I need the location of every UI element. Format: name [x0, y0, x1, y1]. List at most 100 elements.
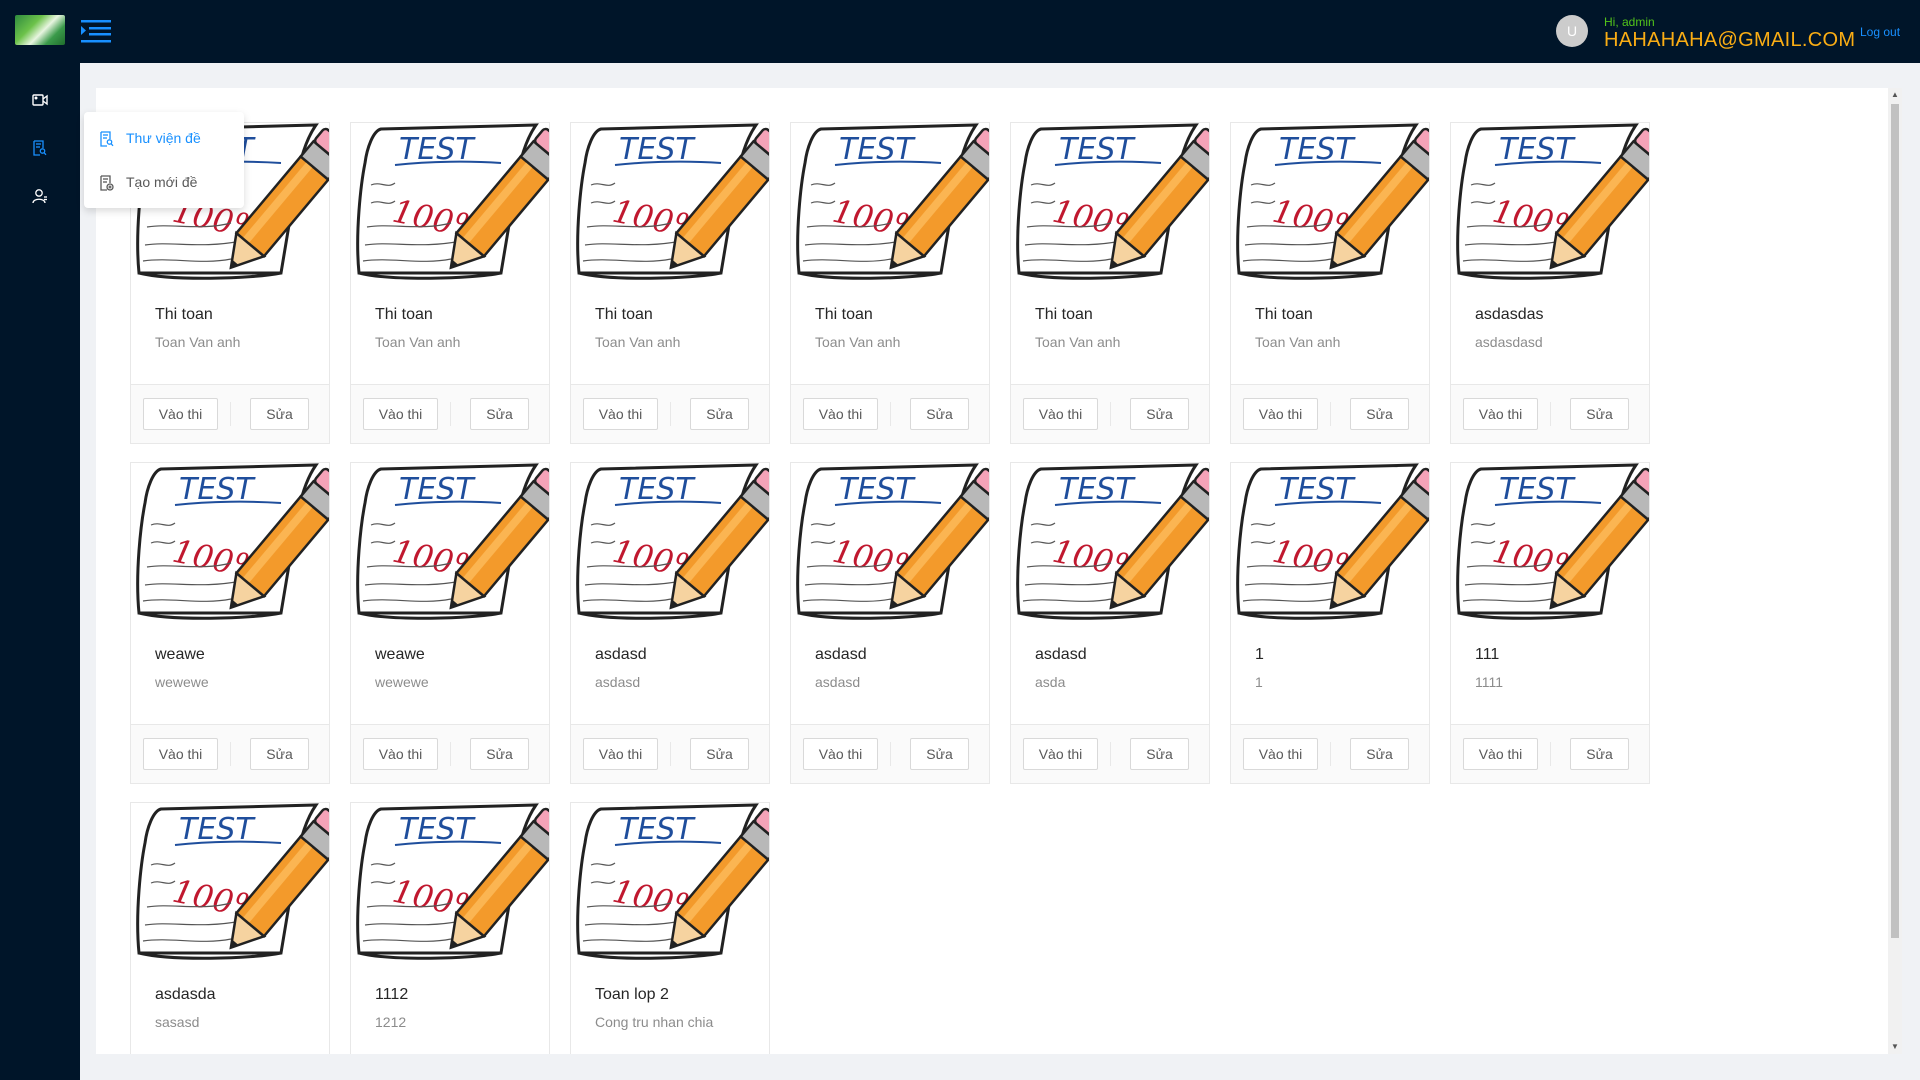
exam-title: weawe [375, 646, 425, 663]
enter-exam-button[interactable]: Vào thi [582, 738, 659, 770]
enter-exam-button[interactable]: Vào thi [1022, 738, 1099, 770]
exam-title: Thi toan [815, 306, 873, 323]
exam-card[interactable]: TEST 100% Thi toan Toan Van anh Vào thi Sửa [1230, 122, 1430, 444]
card-action-slot: Sửa [230, 738, 329, 770]
exam-cover-image: TEST 100% [131, 463, 329, 626]
exam-card[interactable]: TEST 100% asdasd asda Vào thi Sửa [1010, 462, 1210, 784]
enter-exam-button[interactable]: Vào thi [802, 738, 879, 770]
edit-exam-button[interactable]: Sửa [910, 398, 969, 430]
edit-exam-button[interactable]: Sửa [250, 398, 309, 430]
edit-exam-button[interactable]: Sửa [250, 738, 309, 770]
card-meta: Thi toan Toan Van anh [131, 286, 329, 384]
card-actions: Vào thi Sửa [351, 384, 549, 443]
scroll-thumb[interactable] [1891, 104, 1899, 938]
exam-card[interactable]: TEST 100% Thi toan Toan Van anh Vào thi Sửa [790, 122, 990, 444]
exam-title: asdasd [815, 646, 867, 663]
exam-card[interactable]: TEST 100% weawe wewewe Vào thi Sửa [350, 462, 550, 784]
top-header: U Hi, admin HAHAHAHA@GMAIL.COM Log out [0, 0, 1920, 63]
exam-cover-image: TEST 100% [351, 123, 549, 286]
exam-library-content: TEST 100% Thi toan Toan Van anh Vào thi Sửa… [96, 88, 1888, 1054]
edit-exam-button[interactable]: Sửa [1570, 398, 1629, 430]
exam-card[interactable]: TEST 100% weawe wewewe Vào thi Sửa [130, 462, 330, 784]
edit-exam-button[interactable]: Sửa [1350, 738, 1409, 770]
avatar[interactable]: U [1556, 15, 1588, 47]
card-meta: Thi toan Toan Van anh [351, 286, 549, 384]
enter-exam-button[interactable]: Vào thi [142, 738, 219, 770]
exam-card[interactable]: TEST 100% asdasdasasasdVào thiSửa [130, 802, 330, 1054]
exam-card[interactable]: TEST 100% Thi toan Toan Van anh Vào thi Sửa [350, 122, 550, 444]
exam-card[interactable]: TEST 100% Thi toan Toan Van anh Vào thi Sửa [1010, 122, 1210, 444]
exam-card[interactable]: TEST 100% Thi toan Toan Van anh Vào thi Sửa [570, 122, 770, 444]
card-actions: Vào thi Sửa [791, 724, 989, 783]
exam-title: Thi toan [1035, 306, 1093, 323]
exam-description: wewewe [155, 674, 209, 690]
exam-description: wewewe [375, 674, 429, 690]
exam-card[interactable]: TEST 100% 1 1 Vào thi Sửa [1230, 462, 1430, 784]
card-meta: asdasdas asdasdasd [1451, 286, 1649, 384]
edit-exam-button[interactable]: Sửa [1130, 738, 1189, 770]
edit-exam-button[interactable]: Sửa [470, 398, 529, 430]
exam-description: 1111 [1475, 674, 1504, 690]
edit-exam-button[interactable]: Sửa [1570, 738, 1629, 770]
edit-exam-button[interactable]: Sửa [470, 738, 529, 770]
exam-description: Toan Van anh [815, 334, 901, 350]
enter-exam-button[interactable]: Vào thi [362, 398, 439, 430]
card-meta: Thi toan Toan Van anh [791, 286, 989, 384]
vertical-scrollbar[interactable]: ▲ ▼ [1888, 88, 1902, 1054]
exam-cover-image: TEST 100% [1011, 123, 1209, 286]
exam-title: asdasd [1035, 646, 1087, 663]
edit-exam-button[interactable]: Sửa [1350, 398, 1409, 430]
exam-title: Thi toan [375, 306, 433, 323]
app-logo[interactable] [15, 15, 65, 45]
card-actions: Vào thi Sửa [1231, 724, 1429, 783]
menu-fold-icon[interactable] [78, 14, 114, 48]
exam-title: Thi toan [595, 306, 653, 323]
sidebar-item-exams[interactable] [0, 130, 80, 170]
exam-description: sasasd [155, 1014, 200, 1030]
enter-exam-button[interactable]: Vào thi [582, 398, 659, 430]
edit-exam-button[interactable]: Sửa [1130, 398, 1189, 430]
exam-cover-image: TEST 100% [351, 803, 549, 966]
card-meta: weawe wewewe [351, 626, 549, 724]
exam-card[interactable]: TEST 100% asdasdas asdasdasd Vào thi Sửa [1450, 122, 1650, 444]
greeting-text: Hi, admin [1604, 15, 1655, 29]
exam-card[interactable]: TEST 100% 111 1111 Vào thi Sửa [1450, 462, 1650, 784]
sidebar-item-users[interactable] [0, 178, 80, 218]
sidebar-item-video[interactable] [0, 82, 80, 122]
edit-exam-button[interactable]: Sửa [910, 738, 969, 770]
submenu-label: Tạo mới đề [126, 174, 198, 190]
scroll-down-arrow[interactable]: ▼ [1888, 1040, 1902, 1054]
exam-title: 1 [1255, 646, 1264, 663]
edit-exam-button[interactable]: Sửa [690, 398, 749, 430]
logout-link[interactable]: Log out [1860, 25, 1900, 39]
exam-card[interactable]: TEST 100% asdasd asdasd Vào thi Sửa [790, 462, 990, 784]
enter-exam-button[interactable]: Vào thi [362, 738, 439, 770]
exam-description: asda [1035, 674, 1066, 690]
enter-exam-button[interactable]: Vào thi [1462, 398, 1539, 430]
submenu-item-exam-library[interactable]: Thư viện đề [84, 116, 244, 160]
user-icon [32, 188, 48, 209]
exam-cover-image: TEST 100% [571, 463, 769, 626]
scroll-up-arrow[interactable]: ▲ [1888, 88, 1902, 102]
edit-exam-button[interactable]: Sửa [690, 738, 749, 770]
enter-exam-button[interactable]: Vào thi [1242, 398, 1319, 430]
card-action-slot: Sửa [1330, 738, 1429, 770]
card-meta: Thi toan Toan Van anh [571, 286, 769, 384]
card-meta: weawe wewewe [131, 626, 329, 724]
file-search-icon [33, 139, 47, 161]
enter-exam-button[interactable]: Vào thi [1462, 738, 1539, 770]
card-meta: asdasd asdasd [791, 626, 989, 724]
card-action-slot: Sửa [890, 398, 989, 430]
enter-exam-button[interactable]: Vào thi [1242, 738, 1319, 770]
card-meta: Thi toan Toan Van anh [1231, 286, 1429, 384]
card-action-slot: Vào thi [571, 398, 670, 430]
file-add-icon [100, 175, 114, 191]
exam-cover-image: TEST 100% [1451, 123, 1649, 286]
exam-card[interactable]: TEST 100% asdasd asdasd Vào thi Sửa [570, 462, 770, 784]
submenu-item-create-exam[interactable]: Tạo mới đề [84, 160, 244, 204]
exam-card[interactable]: TEST 100% 11121212Vào thiSửa [350, 802, 550, 1054]
enter-exam-button[interactable]: Vào thi [802, 398, 879, 430]
exam-card[interactable]: TEST 100% Toan lop 2Cong tru nhan chiaVà… [570, 802, 770, 1054]
enter-exam-button[interactable]: Vào thi [142, 398, 219, 430]
enter-exam-button[interactable]: Vào thi [1022, 398, 1099, 430]
